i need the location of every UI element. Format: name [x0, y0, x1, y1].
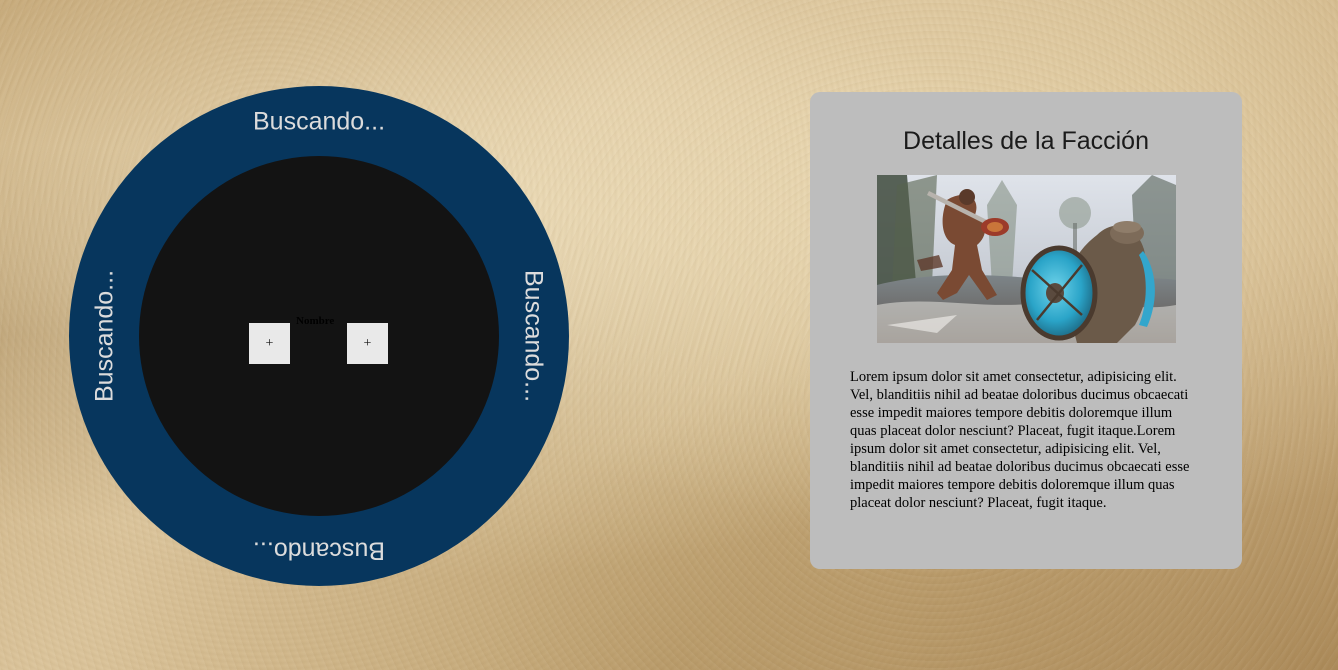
matchmaking-ring: Buscando... Buscando... Buscando... Busc…	[69, 86, 569, 586]
searching-label-bottom: Buscando...	[252, 536, 386, 565]
player-name-label: Nombre	[296, 315, 335, 327]
searching-label-right: Buscando...	[519, 269, 548, 403]
add-player-right-button[interactable]: +	[347, 323, 388, 364]
add-player-left-button[interactable]: +	[249, 323, 290, 364]
panel-title: Detalles de la Facción	[903, 127, 1149, 155]
player-slot-disc	[139, 156, 499, 516]
faction-description: Lorem ipsum dolor sit amet consectetur, …	[850, 369, 1190, 511]
faction-image	[877, 175, 1176, 343]
searching-label-top: Buscando...	[252, 107, 386, 136]
knights-battle-image	[877, 175, 1176, 343]
searching-label-left: Buscando...	[90, 269, 119, 403]
faction-details-panel: Detalles de la Facción Lorem ipsum dolor…	[810, 92, 1242, 569]
